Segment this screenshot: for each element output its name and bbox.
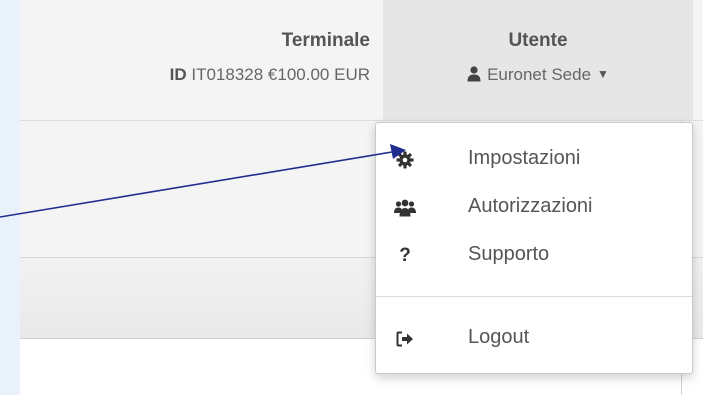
sign-out-icon — [394, 328, 416, 350]
top-bar: Terminale ID IT018328 €100.00 EUR Utente… — [20, 0, 703, 121]
menu-item-label: Logout — [468, 326, 530, 348]
terminal-id-value: IT018328 €100.00 EUR — [191, 65, 370, 84]
menu-item-label: Autorizzazioni — [468, 195, 593, 217]
user-name-row[interactable]: Euronet Sede ▼ — [383, 65, 693, 87]
menu-item-supporto[interactable]: ? Supporto — [376, 235, 692, 275]
terminal-id: ID IT018328 €100.00 EUR — [170, 65, 370, 85]
user-icon — [467, 66, 481, 87]
user-title: Utente — [508, 30, 568, 51]
user-menu-toggle[interactable]: Utente Euronet Sede ▼ — [383, 0, 693, 120]
caret-down-icon: ▼ — [597, 67, 609, 81]
user-dropdown-menu: Impostazioni Autorizzazioni ? Supporto L… — [375, 122, 693, 374]
menu-divider — [376, 296, 692, 297]
menu-item-logout[interactable]: Logout — [376, 318, 692, 358]
terminal-title: Terminale — [281, 30, 370, 51]
menu-item-impostazioni[interactable]: Impostazioni — [376, 139, 692, 179]
users-icon — [394, 197, 416, 219]
terminal-id-label: ID — [169, 65, 187, 84]
gear-icon — [394, 149, 416, 171]
menu-item-label: Impostazioni — [468, 147, 581, 169]
menu-item-autorizzazioni[interactable]: Autorizzazioni — [376, 187, 692, 227]
terminal-info: Terminale ID IT018328 €100.00 EUR — [20, 0, 370, 120]
menu-item-label: Supporto — [468, 243, 550, 265]
question-icon: ? — [399, 245, 411, 266]
user-name: Euronet Sede — [487, 65, 592, 84]
